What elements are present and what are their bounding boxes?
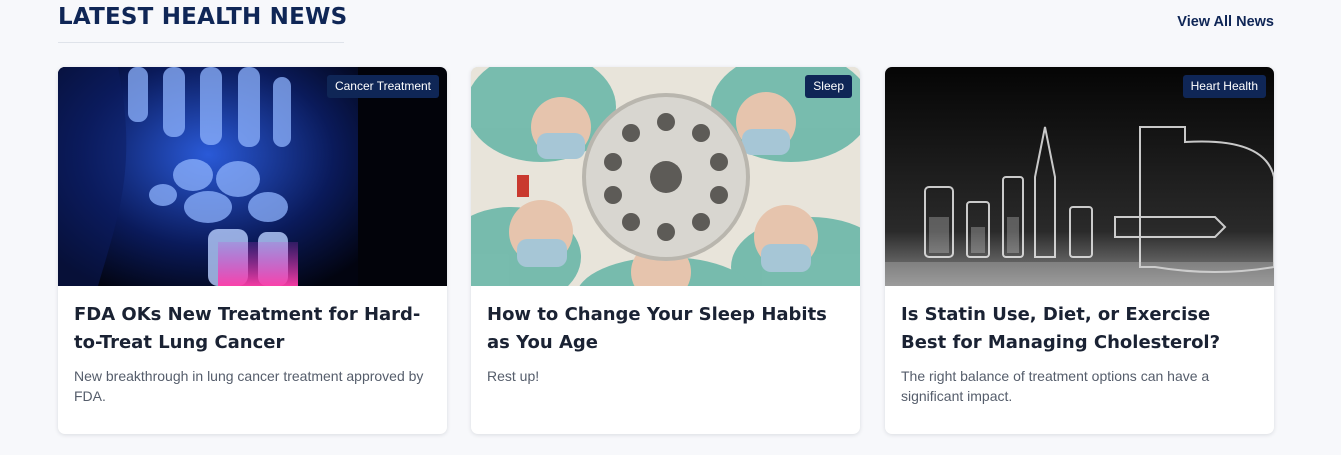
- category-badge[interactable]: Heart Health: [1182, 75, 1266, 98]
- card-description: New breakthrough in lung cancer treatmen…: [74, 368, 424, 404]
- category-badge[interactable]: Cancer Treatment: [326, 75, 439, 98]
- card-title[interactable]: Is Statin Use, Diet, or Exercise Best fo…: [901, 301, 1261, 357]
- title-underline: [58, 42, 344, 43]
- card-description: Rest up!: [487, 368, 540, 384]
- card-title[interactable]: FDA OKs New Treatment for Hard-to-Treat …: [74, 301, 434, 357]
- medicine-vials-image[interactable]: Heart Health: [885, 67, 1274, 286]
- section-title: LATEST HEALTH NEWS: [58, 4, 348, 30]
- view-all-news-link[interactable]: View All News: [1177, 14, 1274, 30]
- news-card[interactable]: Cancer Treatment FDA OKs New Treatment f…: [58, 67, 447, 434]
- card-title[interactable]: How to Change Your Sleep Habits as You A…: [487, 301, 847, 357]
- category-badge[interactable]: Sleep: [805, 75, 852, 98]
- hand-xray-image[interactable]: Cancer Treatment: [58, 67, 447, 286]
- card-description: The right balance of treatment options c…: [901, 368, 1210, 404]
- news-card[interactable]: Heart Health Is Statin Use, Diet, or Exe…: [885, 67, 1274, 434]
- surgeons-overhead-image[interactable]: Sleep: [471, 67, 860, 286]
- surgeons-illustration: [471, 67, 860, 286]
- vials-illustration: [885, 67, 1274, 286]
- news-card[interactable]: Sleep How to Change Your Sleep Habits as…: [471, 67, 860, 434]
- xray-illustration: [58, 67, 447, 286]
- latest-health-news-section: LATEST HEALTH NEWS View All News Cancer …: [58, 0, 1274, 455]
